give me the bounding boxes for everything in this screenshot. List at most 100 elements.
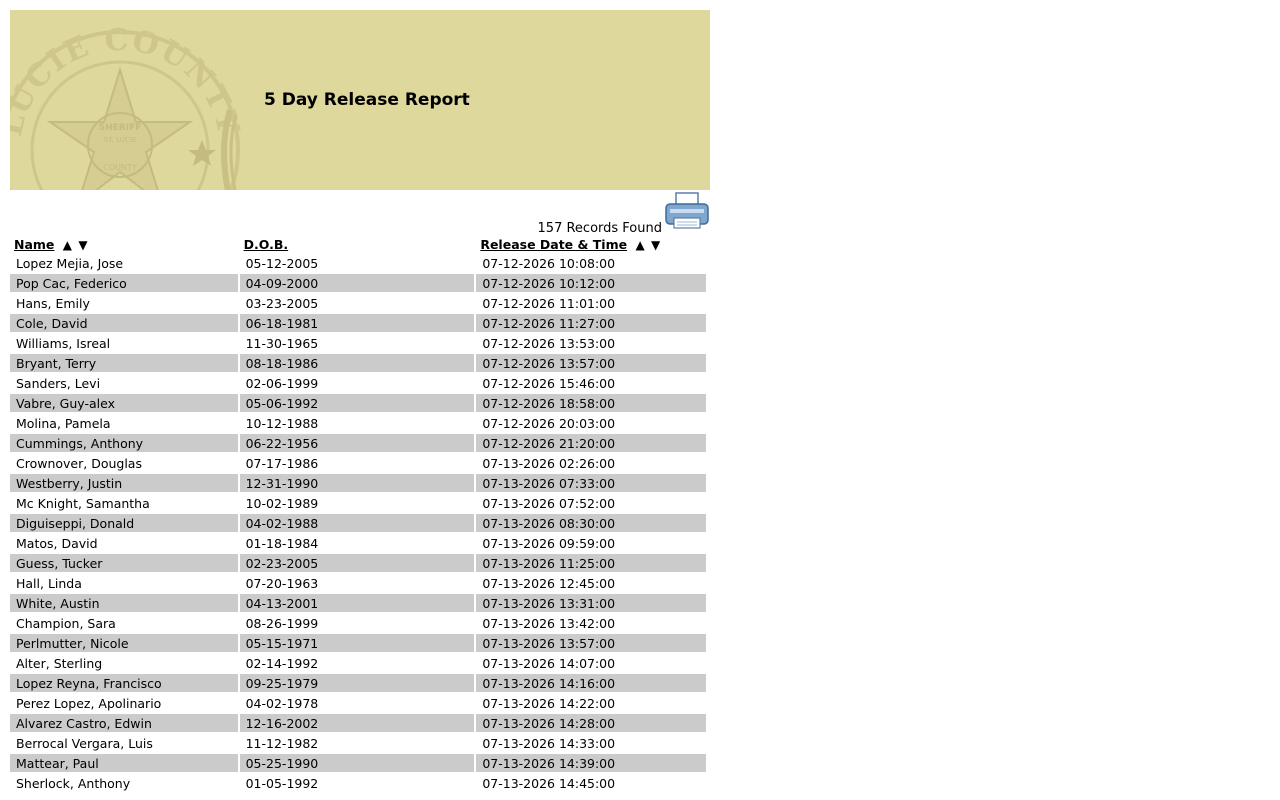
cell-release-datetime: 07-13-2026 08:30:00 [476, 514, 706, 534]
cell-name: Williams, Isreal [10, 334, 238, 354]
cell-dob: 05-15-1971 [239, 634, 475, 654]
cell-dob: 12-31-1990 [239, 474, 475, 494]
cell-release-datetime: 07-13-2026 13:31:00 [476, 594, 706, 614]
cell-name: Cole, David [10, 314, 238, 334]
cell-dob: 04-02-1988 [239, 514, 475, 534]
cell-dob: 08-18-1986 [239, 354, 475, 374]
sort-by-dob-link[interactable]: D.O.B. [244, 237, 289, 252]
cell-release-datetime: 07-13-2026 13:42:00 [476, 614, 706, 634]
table-row: Alter, Sterling 02-14-1992 07-13-2026 14:0… [10, 654, 706, 674]
records-bar: 157 Records Found [10, 190, 710, 236]
cell-dob: 02-06-1999 [239, 374, 475, 394]
cell-release-datetime: 07-13-2026 11:25:00 [476, 554, 706, 574]
cell-name: Matos, David [10, 534, 238, 554]
cell-name: Pop Cac, Federico [10, 274, 238, 294]
cell-release-datetime: 07-12-2026 13:57:00 [476, 354, 706, 374]
cell-name: Molina, Pamela [10, 414, 238, 434]
cell-release-datetime: 07-12-2026 18:58:00 [476, 394, 706, 414]
sheriff-seal-logo: LUCIE COUNTY SHERIFF ST. LUCIE COUNTY [10, 23, 244, 190]
cell-dob: 02-14-1992 [239, 654, 475, 674]
cell-name: Hans, Emily [10, 294, 238, 314]
table-row: Matos, David 01-18-1984 07-13-2026 09:59:0… [10, 534, 706, 554]
cell-dob: 07-20-1963 [239, 574, 475, 594]
table-row: Cummings, Anthony 06-22-1956 07-12-2026 21… [10, 434, 706, 454]
cell-name: Hall, Linda [10, 574, 238, 594]
table-row: Berrocal Vergara, Luis 11-12-1982 07-13-20… [10, 734, 706, 754]
cell-release-datetime: 07-12-2026 13:53:00 [476, 334, 706, 354]
cell-name: Alter, Sterling [10, 654, 238, 674]
table-row: Perez Lopez, Apolinario 04-02-1978 07-13-2… [10, 694, 706, 714]
cell-name: Bryant, Terry [10, 354, 238, 374]
table-row: Diguiseppi, Donald 04-02-1988 07-13-2026 0… [10, 514, 706, 534]
cell-release-datetime: 07-13-2026 12:45:00 [476, 574, 706, 594]
table-row: Cole, David 06-18-1981 07-12-2026 11:27:00 [10, 314, 706, 334]
cell-release-datetime: 07-13-2026 02:26:00 [476, 454, 706, 474]
cell-release-datetime: 07-13-2026 14:28:00 [476, 714, 706, 734]
cell-release-datetime: 07-12-2026 11:27:00 [476, 314, 706, 334]
cell-dob: 04-09-2000 [239, 274, 475, 294]
printer-icon[interactable] [664, 192, 710, 230]
cell-dob: 11-12-1982 [239, 734, 475, 754]
table-row: Lopez Reyna, Francisco 09-25-1979 07-13-20… [10, 674, 706, 694]
table-row: Hans, Emily 03-23-2005 07-12-2026 11:01:00 [10, 294, 706, 314]
cell-release-datetime: 07-12-2026 10:12:00 [476, 274, 706, 294]
cell-dob: 11-30-1965 [239, 334, 475, 354]
cell-name: Alvarez Castro, Edwin [10, 714, 238, 734]
cell-dob: 01-18-1984 [239, 534, 475, 554]
cell-release-datetime: 07-13-2026 14:16:00 [476, 674, 706, 694]
cell-release-datetime: 07-13-2026 07:33:00 [476, 474, 706, 494]
table-row: Molina, Pamela 10-12-1988 07-12-2026 20:03… [10, 414, 706, 434]
sort-by-name-link[interactable]: Name [14, 237, 54, 252]
cell-dob: 01-05-1992 [239, 774, 475, 794]
table-row: Hall, Linda 07-20-1963 07-13-2026 12:45:00 [10, 574, 706, 594]
sort-descending-name-icon[interactable]: ▼ [78, 238, 87, 252]
cell-name: Westberry, Justin [10, 474, 238, 494]
header-banner: LUCIE COUNTY SHERIFF ST. LUCIE COUNTY 5 … [10, 10, 710, 190]
cell-name: White, Austin [10, 594, 238, 614]
cell-dob: 06-18-1981 [239, 314, 475, 334]
sort-ascending-release-icon[interactable]: ▲ [635, 238, 644, 252]
cell-name: Crownover, Douglas [10, 454, 238, 474]
table-row: Alvarez Castro, Edwin 12-16-2002 07-13-202… [10, 714, 706, 734]
table-row: Bryant, Terry 08-18-1986 07-12-2026 13:57:… [10, 354, 706, 374]
table-row: Perlmutter, Nicole 05-15-1971 07-13-2026 1… [10, 634, 706, 654]
cell-dob: 09-25-1979 [239, 674, 475, 694]
table-row: Sanders, Levi 02-06-1999 07-12-2026 15:46:… [10, 374, 706, 394]
cell-dob: 08-26-1999 [239, 614, 475, 634]
table-row: Guess, Tucker 02-23-2005 07-13-2026 11:25:… [10, 554, 706, 574]
report-page: LUCIE COUNTY SHERIFF ST. LUCIE COUNTY 5 … [10, 10, 710, 794]
sort-by-release-link[interactable]: Release Date & Time [480, 237, 627, 252]
cell-release-datetime: 07-12-2026 10:08:00 [476, 254, 706, 274]
cell-release-datetime: 07-13-2026 09:59:00 [476, 534, 706, 554]
cell-dob: 12-16-2002 [239, 714, 475, 734]
seal-text-inner: SHERIFF [99, 123, 142, 133]
table-row: Mattear, Paul 05-25-1990 07-13-2026 14:39:… [10, 754, 706, 774]
cell-release-datetime: 07-13-2026 13:57:00 [476, 634, 706, 654]
cell-release-datetime: 07-13-2026 07:52:00 [476, 494, 706, 514]
cell-dob: 06-22-1956 [239, 434, 475, 454]
cell-dob: 10-12-1988 [239, 414, 475, 434]
table-row: Crownover, Douglas 07-17-1986 07-13-2026 0… [10, 454, 706, 474]
cell-dob: 04-02-1978 [239, 694, 475, 714]
cell-name: Perez Lopez, Apolinario [10, 694, 238, 714]
cell-dob: 05-12-2005 [239, 254, 475, 274]
table-row: Lopez Mejia, Jose 05-12-2005 07-12-2026 10… [10, 254, 706, 274]
cell-release-datetime: 07-12-2026 11:01:00 [476, 294, 706, 314]
sort-ascending-name-icon[interactable]: ▲ [63, 238, 72, 252]
table-row: Westberry, Justin 12-31-1990 07-13-2026 07… [10, 474, 706, 494]
table-row: Williams, Isreal 11-30-1965 07-12-2026 13:… [10, 334, 706, 354]
cell-name: Vabre, Guy-alex [10, 394, 238, 414]
cell-release-datetime: 07-12-2026 21:20:00 [476, 434, 706, 454]
column-header-dob: D.O.B. [240, 234, 475, 254]
cell-release-datetime: 07-12-2026 20:03:00 [476, 414, 706, 434]
column-header-release: Release Date & Time ▲ ▼ [476, 234, 706, 254]
sort-descending-release-icon[interactable]: ▼ [651, 238, 660, 252]
cell-name: Mc Knight, Samantha [10, 494, 238, 514]
cell-name: Diguiseppi, Donald [10, 514, 238, 534]
table-header-row: Name ▲ ▼ D.O.B. Release Date & Time ▲ ▼ [10, 234, 706, 254]
cell-dob: 04-13-2001 [239, 594, 475, 614]
table-row: Champion, Sara 08-26-1999 07-13-2026 13:42… [10, 614, 706, 634]
table-row: Sherlock, Anthony 01-05-1992 07-13-2026 14… [10, 774, 706, 794]
cell-release-datetime: 07-13-2026 14:39:00 [476, 754, 706, 774]
release-report-table: Name ▲ ▼ D.O.B. Release Date & Time ▲ ▼ … [8, 234, 708, 794]
